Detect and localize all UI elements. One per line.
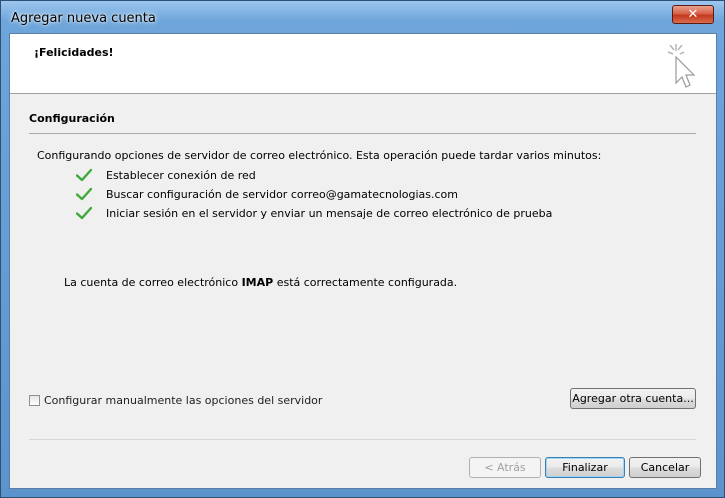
title-bar[interactable]: Agregar nueva cuenta ✕ xyxy=(1,1,724,34)
add-another-account-button[interactable]: Agregar otra cuenta... xyxy=(570,388,696,409)
step-label: Establecer conexión de red xyxy=(106,168,256,182)
step-label: Buscar configuración de servidor correo@… xyxy=(106,187,458,201)
cancel-button[interactable]: Cancelar xyxy=(629,457,701,478)
manual-config-checkbox[interactable] xyxy=(29,395,40,406)
footer-divider xyxy=(29,439,696,440)
window-title: Agregar nueva cuenta xyxy=(11,11,156,26)
config-intro: Configurando opciones de servidor de cor… xyxy=(37,149,602,162)
step-label: Iniciar sesión en el servidor y enviar u… xyxy=(106,206,553,220)
check-icon xyxy=(76,206,92,220)
step-item: Iniciar sesión en el servidor y enviar u… xyxy=(76,205,552,221)
back-button[interactable]: < Atrás xyxy=(469,457,541,478)
result-message: La cuenta de correo electrónico IMAP est… xyxy=(64,276,457,289)
check-icon xyxy=(76,168,92,182)
finish-button[interactable]: Finalizar xyxy=(545,457,625,478)
dialog-window: Agregar nueva cuenta ✕ ¡Felicidades! Con… xyxy=(0,0,725,498)
section-divider xyxy=(29,133,696,134)
close-button[interactable]: ✕ xyxy=(672,5,714,24)
wizard-header: ¡Felicidades! xyxy=(10,34,716,94)
result-text-before: La cuenta de correo electrónico xyxy=(64,276,242,289)
step-item: Establecer conexión de red xyxy=(76,167,256,183)
header-title: ¡Felicidades! xyxy=(34,46,114,59)
manual-config-option[interactable]: Configurar manualmente las opciones del … xyxy=(29,394,322,407)
manual-config-label[interactable]: Configurar manualmente las opciones del … xyxy=(44,394,322,407)
check-icon xyxy=(76,187,92,201)
close-icon: ✕ xyxy=(687,7,699,22)
result-protocol: IMAP xyxy=(241,276,274,289)
cursor-sparkle-icon xyxy=(667,44,696,88)
section-title: Configuración xyxy=(29,112,115,125)
step-item: Buscar configuración de servidor correo@… xyxy=(76,186,458,202)
result-text-after: está correctamente configurada. xyxy=(273,276,458,289)
dialog-content: ¡Felicidades! Configuración Configurando… xyxy=(9,33,717,489)
